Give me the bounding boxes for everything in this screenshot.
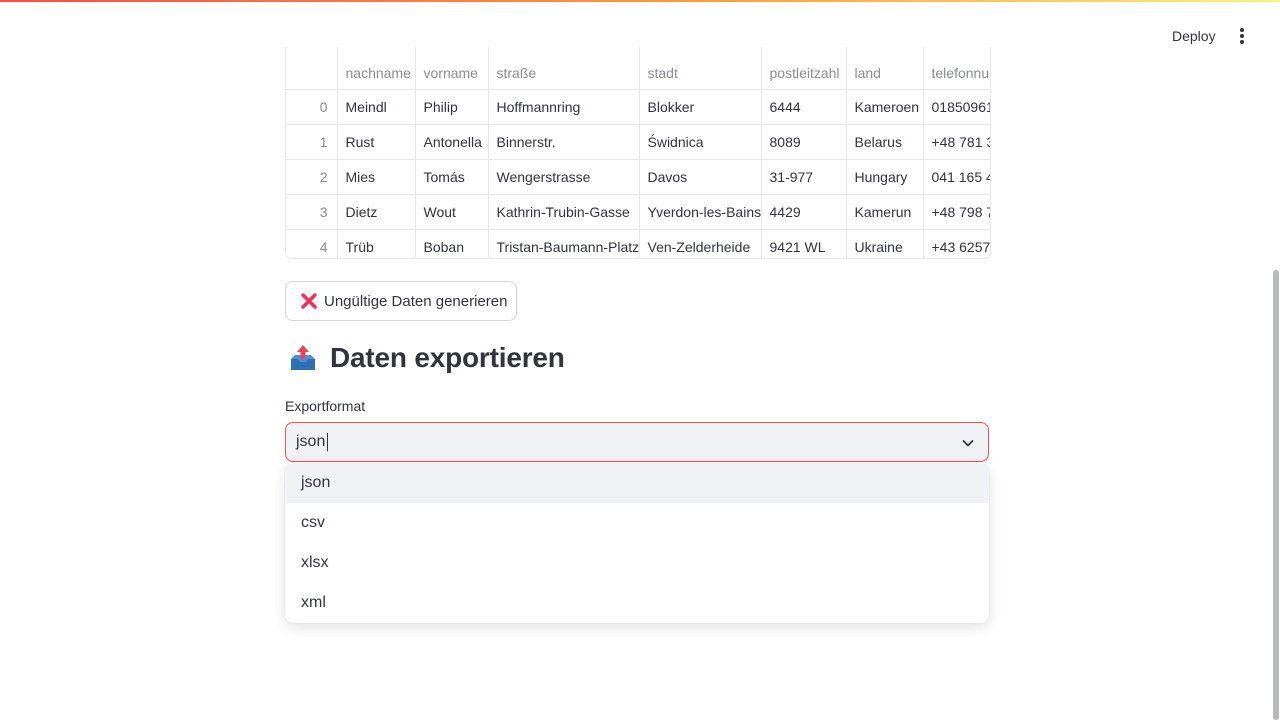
- generate-invalid-data-label: Ungültige Daten generieren: [324, 292, 508, 310]
- header-decoration-bar: [0, 0, 1280, 2]
- table-cell[interactable]: 018509611: [923, 89, 990, 125]
- table-cell[interactable]: Wengerstrasse: [488, 159, 640, 195]
- table-cell[interactable]: Dietz: [337, 194, 416, 230]
- column-header[interactable]: nachname: [337, 47, 416, 90]
- column-header[interactable]: stadt: [639, 47, 762, 90]
- export-format-label: Exportformat: [285, 398, 366, 414]
- table-cell[interactable]: Ven-Zelderheide: [639, 229, 762, 258]
- dropdown-option-csv[interactable]: csv: [285, 503, 989, 543]
- column-header[interactable]: land: [846, 47, 924, 90]
- table-header-row: nachname vorname straße stadt postleitza…: [286, 47, 990, 90]
- table-cell[interactable]: Tristan-Baumann-Platz: [488, 229, 640, 258]
- table-cell[interactable]: +48 781 35: [923, 124, 990, 160]
- row-index[interactable]: 3: [286, 194, 338, 230]
- table-cell[interactable]: Ukraine: [846, 229, 924, 258]
- dataframe[interactable]: nachname vorname straße stadt postleitza…: [285, 47, 991, 259]
- export-format-select[interactable]: json: [285, 422, 989, 462]
- dropdown-option-xlsx[interactable]: xlsx: [285, 543, 989, 583]
- page-scrollbar-thumb[interactable]: [1273, 270, 1279, 720]
- column-header[interactable]: straße: [488, 47, 640, 90]
- row-index[interactable]: 4: [286, 229, 338, 258]
- chevron-down-icon[interactable]: [960, 435, 976, 451]
- data-table: nachname vorname straße stadt postleitza…: [286, 47, 990, 258]
- table-row: 1 Rust Antonella Binnerstr. Świdnica 808…: [286, 124, 990, 160]
- row-index[interactable]: 0: [286, 89, 338, 125]
- table-cell[interactable]: Tomás: [415, 159, 489, 195]
- vertical-dots-icon: [1240, 28, 1244, 44]
- table-cell[interactable]: Kathrin-Trubin-Gasse: [488, 194, 640, 230]
- dropdown-option-json[interactable]: json: [285, 463, 989, 503]
- table-cell[interactable]: 9421 WL: [761, 229, 847, 258]
- table-cell[interactable]: 8089: [761, 124, 847, 160]
- text-cursor: [327, 433, 329, 451]
- table-cell[interactable]: 4429: [761, 194, 847, 230]
- export-heading-title: Daten exportieren: [330, 342, 565, 373]
- column-header[interactable]: vorname: [415, 47, 489, 90]
- table-cell[interactable]: Boban: [415, 229, 489, 258]
- table-cell[interactable]: Wout: [415, 194, 489, 230]
- dropdown-option-xml[interactable]: xml: [285, 583, 989, 623]
- table-row: 0 Meindl Philip Hoffmannring Blokker 644…: [286, 89, 990, 125]
- table-cell[interactable]: Blokker: [639, 89, 762, 125]
- table-cell[interactable]: Mies: [337, 159, 416, 195]
- table-cell[interactable]: Davos: [639, 159, 762, 195]
- generate-invalid-data-button[interactable]: Ungültige Daten generieren: [285, 281, 517, 321]
- deploy-button[interactable]: Deploy: [1164, 24, 1224, 48]
- table-cell[interactable]: Antonella: [415, 124, 489, 160]
- main-menu-button[interactable]: [1230, 24, 1254, 48]
- column-header[interactable]: postleitzahl: [761, 47, 847, 90]
- export-format-dropdown: json csv xlsx xml: [285, 463, 989, 623]
- column-header[interactable]: telefonnu: [923, 47, 990, 90]
- table-cell[interactable]: Świdnica: [639, 124, 762, 160]
- table-cell[interactable]: Hoffmannring: [488, 89, 640, 125]
- table-cell[interactable]: 31-977: [761, 159, 847, 195]
- table-cell[interactable]: Binnerstr.: [488, 124, 640, 160]
- table-cell[interactable]: +48 798 77: [923, 194, 990, 230]
- table-cell[interactable]: Belarus: [846, 124, 924, 160]
- table-cell[interactable]: Trüb: [337, 229, 416, 258]
- column-header[interactable]: [286, 47, 338, 90]
- cross-mark-icon: [301, 293, 317, 309]
- row-index[interactable]: 2: [286, 159, 338, 195]
- table-row: 3 Dietz Wout Kathrin-Trubin-Gasse Yverdo…: [286, 194, 990, 230]
- table-cell[interactable]: +43 6257 0: [923, 229, 990, 258]
- table-cell[interactable]: Hungary: [846, 159, 924, 195]
- table-cell[interactable]: Kamerun: [846, 194, 924, 230]
- row-index[interactable]: 1: [286, 124, 338, 160]
- export-section-heading: Daten exportieren: [288, 342, 565, 374]
- table-cell[interactable]: 6444: [761, 89, 847, 125]
- table-cell[interactable]: Yverdon-les-Bains: [639, 194, 762, 230]
- table-cell[interactable]: Rust: [337, 124, 416, 160]
- table-row: 2 Mies Tomás Wengerstrasse Davos 31-977 …: [286, 159, 990, 195]
- outbox-tray-icon: [291, 345, 315, 370]
- table-cell[interactable]: 041 165 43: [923, 159, 990, 195]
- table-row: 4 Trüb Boban Tristan-Baumann-Platz Ven-Z…: [286, 229, 990, 258]
- table-cell[interactable]: Kameroen: [846, 89, 924, 125]
- export-format-input[interactable]: json: [296, 433, 325, 451]
- table-cell[interactable]: Meindl: [337, 89, 416, 125]
- table-cell[interactable]: Philip: [415, 89, 489, 125]
